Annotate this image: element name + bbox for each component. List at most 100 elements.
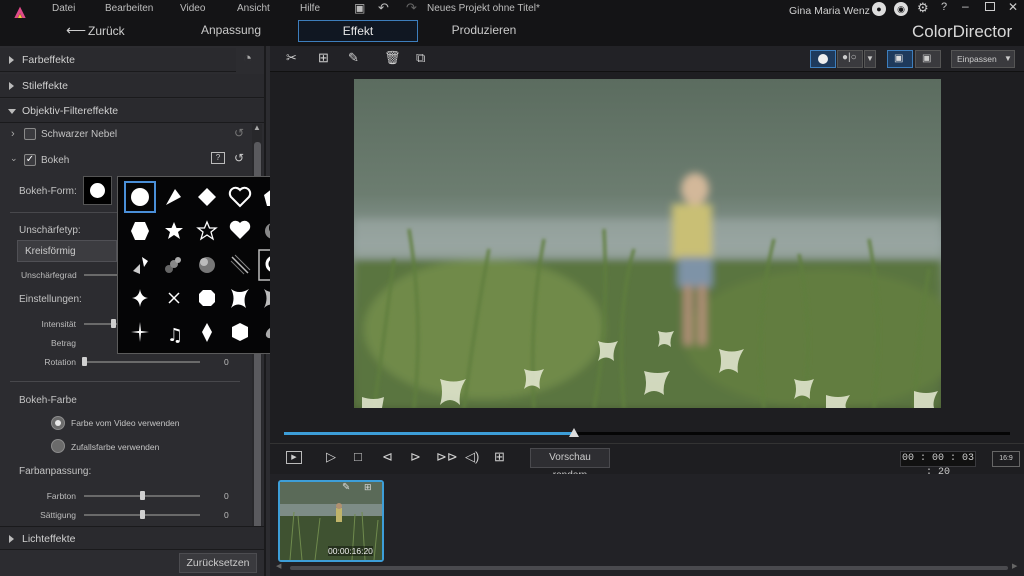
shape-four-point-star[interactable] [131,322,149,342]
notification-icon[interactable]: ◉ [894,2,908,16]
section-lichteffekte[interactable]: Lichteffekte [0,526,264,550]
user-icon[interactable]: ● [872,2,886,16]
shape-hexagon[interactable] [131,222,149,240]
zoom-value: Einpassen [957,54,997,64]
clip-scrollbar[interactable] [290,566,1008,570]
undo-icon[interactable]: ↶ [378,0,389,16]
redo-icon[interactable]: ↷ [406,0,417,16]
settings-icon[interactable]: ⚙ [917,0,929,16]
single-view-button[interactable] [810,50,836,68]
shape-music-note[interactable]: ♫ [167,325,183,346]
shape-sphere[interactable] [199,257,215,273]
schwarzer-nebel-checkbox[interactable] [24,128,36,140]
compare-view-button[interactable]: ●|○ [837,50,863,68]
shape-curved-star[interactable] [231,289,249,308]
stop-icon[interactable]: □ [354,449,362,464]
timecode[interactable]: 00 : 00 : 03 : 20 [900,451,976,478]
menu-ansicht[interactable]: Ansicht [237,3,270,14]
delete-icon[interactable]: 🗑 [384,50,401,66]
edit-icon[interactable]: ✎ [348,50,359,66]
shape-hexagon-2[interactable] [232,323,248,341]
next-frame-icon[interactable]: ⊳ [410,449,421,465]
expand-chevron-icon[interactable]: › [11,128,15,140]
saettigung-knob[interactable] [140,510,145,519]
back-arrow-icon[interactable]: ⟵ [66,22,86,39]
reset-icon[interactable]: ↺ [234,126,244,140]
help-icon[interactable]: ? [941,1,947,13]
shape-blobs[interactable] [165,257,181,273]
radio-video-color[interactable] [51,416,65,430]
play-icon[interactable]: ▷ [326,449,336,465]
fast-forward-icon[interactable]: ⊳⊳ [436,449,458,465]
tab-produzieren[interactable]: Produzieren [424,20,544,42]
shape-fragments[interactable] [133,257,148,274]
rotation-knob[interactable] [82,357,87,366]
shape-rhombus[interactable] [202,323,212,342]
mode-bar: ⟵ Zurück Anpassung Effekt Produzieren Co… [0,18,1024,46]
tab-effekt[interactable]: Effekt [298,20,418,42]
menu-hilfe[interactable]: Hilfe [300,3,320,14]
app-title: ColorDirector [912,22,1013,41]
shape-streaks[interactable] [230,254,251,275]
close-icon[interactable]: ✕ [1008,0,1018,14]
crop-icon[interactable]: ⧉ [416,50,425,66]
bokeh-shape-selector[interactable] [83,176,112,205]
maximize-icon[interactable] [985,2,995,11]
video-clip-thumbnail[interactable]: ✎ ⊞ 00:00:16:20 [278,480,384,562]
shape-circle[interactable] [131,188,149,206]
scrubber-handle[interactable] [569,428,580,437]
rotation-slider[interactable] [84,361,200,363]
shape-heart[interactable] [229,220,251,239]
bokeh-checkbox[interactable]: ✓ [24,154,36,166]
history-icon[interactable]: ◔ [243,50,252,67]
blur-type-dropdown[interactable]: Kreisförmig [17,240,117,262]
scroll-left-icon[interactable]: ◀ [276,562,281,570]
svg-text:♫: ♫ [167,325,183,346]
shape-triangle[interactable] [166,189,181,205]
shape-cross[interactable] [168,292,180,304]
scroll-right-icon[interactable]: ▶ [1012,562,1017,570]
reset-icon[interactable]: ↺ [234,151,244,165]
shape-star[interactable] [165,222,183,239]
shape-diamond[interactable] [198,188,216,206]
trim-icon[interactable]: ⊞ [318,50,329,66]
save-icon[interactable]: ▣ [354,1,365,15]
prev-frame-icon[interactable]: ⊲ [382,449,393,465]
shape-star-outline[interactable] [196,220,218,241]
aspect-ratio-dropdown[interactable]: 16:9 [992,451,1020,467]
fit-preview-button[interactable]: ▣ [887,50,913,68]
shape-sparkle[interactable] [132,289,148,307]
video-preview[interactable] [354,79,941,408]
volume-icon[interactable]: ◁) [465,449,479,465]
menu-bearbeiten[interactable]: Bearbeiten [105,3,153,14]
menu-datei[interactable]: Datei [52,3,75,14]
monitor-icon[interactable]: ▶ [286,451,302,464]
view-dropdown[interactable]: ▼ [864,50,876,68]
section-label: Lichteffekte [22,533,76,545]
full-preview-button[interactable]: ▣ [915,50,941,68]
unschaerfegrad-slider[interactable] [84,274,118,276]
section-stileffekte[interactable]: Stileffekte [0,74,264,98]
minimize-icon[interactable]: – [962,0,969,13]
bokeh-form-label: Bokeh-Form: [19,186,77,197]
cut-icon[interactable]: ✂ [286,50,297,66]
farbton-knob[interactable] [140,491,145,500]
snapshot-icon[interactable]: ⊞ [494,449,505,465]
render-preview-button[interactable]: Vorschau rendern [530,448,610,481]
scroll-up-icon[interactable]: ▲ [253,123,261,132]
edit-icon[interactable]: ✎ [342,482,350,493]
section-farbeffekte[interactable]: Farbeffekte [0,48,236,72]
radio-random-color[interactable] [51,439,65,453]
trim-icon[interactable]: ⊞ [364,482,372,493]
section-objektiv[interactable]: Objektiv-Filtereffekte [0,99,264,123]
menu-video[interactable]: Video [180,3,205,14]
reset-button[interactable]: Zurücksetzen [179,553,257,573]
collapse-chevron-icon[interactable]: ⌄ [10,153,18,164]
compare-icon[interactable]: ? [211,152,225,164]
tab-anpassung[interactable]: Anpassung [171,20,291,42]
intensitaet-knob[interactable] [111,319,116,328]
shape-octagon[interactable] [199,290,215,306]
shape-heart-outline[interactable] [228,186,252,208]
zoom-dropdown[interactable]: Einpassen ▼ [951,50,1015,68]
back-button[interactable]: Zurück [88,24,125,38]
